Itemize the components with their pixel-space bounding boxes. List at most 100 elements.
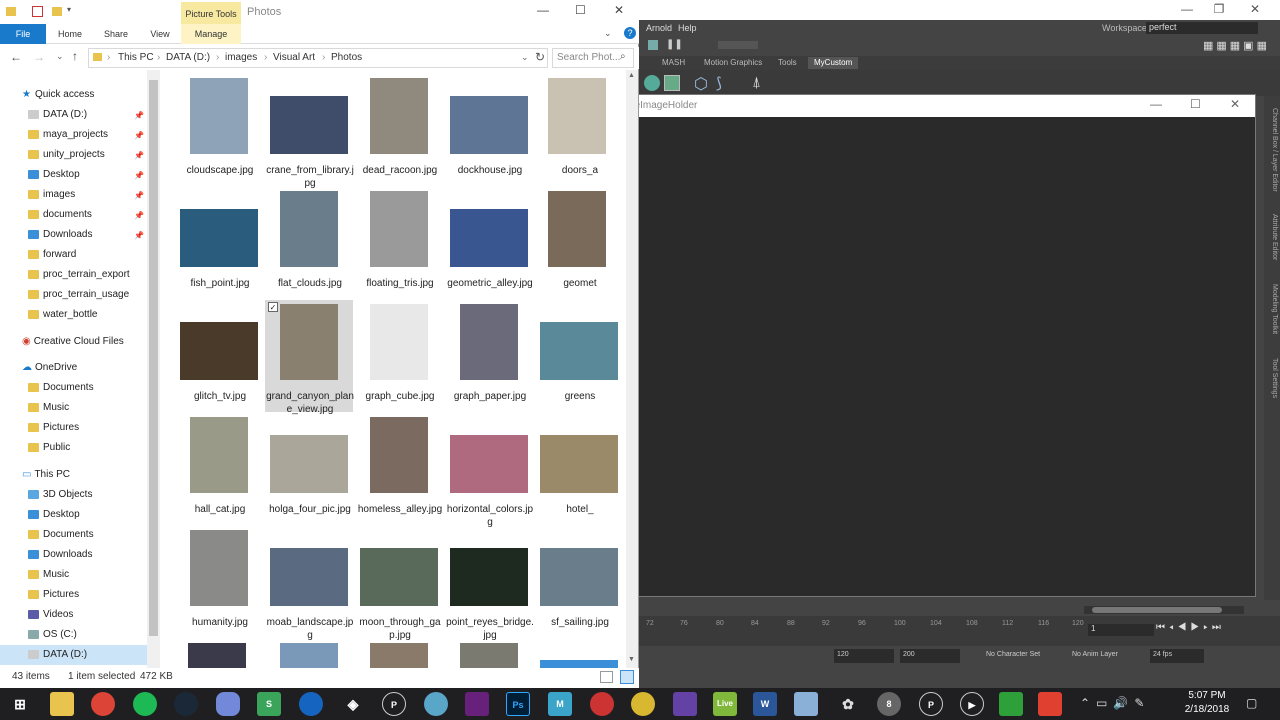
app-icon[interactable]: [590, 692, 614, 716]
nav-scrollbar[interactable]: [147, 70, 160, 668]
file-explorer-icon[interactable]: [50, 692, 74, 716]
nav-this-pc[interactable]: ▭ This PC: [22, 465, 70, 485]
nav-od-music[interactable]: Music: [28, 398, 69, 418]
shelf-tab-mycustom[interactable]: MyCustom: [808, 57, 859, 69]
shelf-icon-5[interactable]: ⍋: [752, 74, 761, 91]
file-tile[interactable]: floating_tris.jpg: [356, 191, 440, 299]
file-tile[interactable]: graph_cube.jpg: [356, 304, 440, 412]
back-icon[interactable]: ←: [10, 50, 22, 64]
spotify-icon[interactable]: [133, 692, 157, 716]
file-tile[interactable]: flat_clouds.jpg: [266, 191, 350, 299]
details-view-icon[interactable]: [600, 671, 613, 683]
close-button[interactable]: ✕: [1230, 97, 1240, 111]
nav-water-bottle[interactable]: water_bottle: [28, 305, 97, 325]
shelf-tab-mash[interactable]: MASH: [656, 57, 691, 69]
media-icon[interactable]: ▶: [960, 692, 984, 716]
menu-arnold[interactable]: Arnold: [646, 23, 672, 33]
blender-icon[interactable]: [424, 692, 448, 716]
file-tile[interactable]: hall_cat.jpg: [176, 417, 260, 525]
help-icon[interactable]: ?: [624, 27, 636, 39]
nav-pc-pictures[interactable]: Pictures: [28, 585, 79, 605]
scroll-up-icon[interactable]: ▲: [628, 72, 635, 79]
fps-dropdown[interactable]: 24 fps: [1150, 649, 1204, 663]
quick-access-dropdown-icon[interactable]: ▾: [67, 5, 71, 14]
scroll-down-icon[interactable]: ▼: [628, 656, 635, 663]
grid-icon[interactable]: [648, 40, 658, 50]
minimize-button[interactable]: —: [1172, 2, 1202, 18]
pin-icon[interactable]: 📌: [134, 171, 144, 180]
time-slider[interactable]: 72 76 80 84 88 92 96 100 104 108 112 116…: [638, 616, 1280, 646]
nav-3d-objects[interactable]: 3D Objects: [28, 485, 92, 505]
twitch-icon[interactable]: [673, 692, 697, 716]
layout-icons[interactable]: ▦▦▦▣▦: [1203, 39, 1270, 52]
breadcrumb-visual-art[interactable]: Visual Art: [273, 52, 315, 63]
range-end-field[interactable]: 120: [834, 649, 894, 663]
thumbnail-partial[interactable]: [280, 643, 338, 668]
nav-os-c[interactable]: OS (C:): [28, 625, 77, 645]
range-max-field[interactable]: 200: [900, 649, 960, 663]
tab-home[interactable]: Home: [50, 24, 90, 44]
chrome-icon[interactable]: [91, 692, 115, 716]
nav-data-d-selected[interactable]: DATA (D:): [0, 645, 147, 665]
search-icon[interactable]: ⌕: [620, 51, 626, 62]
file-tile[interactable]: homeless_alley.jpg: [356, 417, 442, 525]
maximize-button[interactable]: ☐: [1190, 97, 1201, 111]
address-dropdown-icon[interactable]: ⌄: [521, 52, 529, 63]
nav-images[interactable]: images: [28, 185, 75, 205]
file-tile[interactable]: glitch_tv.jpg: [176, 304, 260, 412]
tab-file[interactable]: File: [0, 24, 46, 44]
shelf-icon-4[interactable]: ⟆: [716, 74, 722, 92]
maps-icon[interactable]: [299, 692, 323, 716]
thumbnail-partial[interactable]: [460, 643, 518, 668]
scrollbar-thumb[interactable]: [1092, 607, 1222, 613]
file-tile[interactable]: crane_from_library.jpg: [266, 78, 354, 189]
file-tile[interactable]: humanity.jpg: [176, 530, 260, 638]
file-tile[interactable]: moon_through_gap.jpg: [356, 530, 441, 641]
file-tile[interactable]: dead_racoon.jpg: [356, 78, 440, 186]
file-scrollbar[interactable]: ▲ ▼: [626, 70, 638, 668]
file-tile[interactable]: dockhouse.jpg: [446, 78, 530, 186]
up-icon[interactable]: ↑: [72, 49, 78, 63]
anim-layer-dropdown[interactable]: No Anim Layer: [1072, 651, 1118, 658]
forward-icon[interactable]: →: [33, 50, 45, 64]
nav-proc-terrain-usage[interactable]: proc_terrain_usage: [28, 285, 129, 305]
close-button[interactable]: ✕: [1240, 2, 1270, 18]
mode-dropdown[interactable]: [718, 41, 758, 49]
properties-icon[interactable]: [32, 6, 43, 17]
command-line[interactable]: [638, 666, 1280, 688]
notifications-icon[interactable]: ▢: [1246, 696, 1257, 710]
nav-scrollbar-thumb[interactable]: [149, 80, 158, 636]
photoshop-icon[interactable]: Ps: [506, 692, 530, 716]
address-bar[interactable]: › This PC › DATA (D:) › images › Visual …: [88, 48, 548, 68]
nav-pc-downloads[interactable]: Downloads: [28, 545, 92, 565]
close-button[interactable]: ✕: [614, 3, 624, 17]
file-tile[interactable]: doors_a: [536, 78, 620, 186]
menu-help[interactable]: Help: [678, 23, 697, 33]
recent-locations-icon[interactable]: ⌄: [56, 51, 64, 62]
start-button[interactable]: ⊞: [8, 692, 32, 716]
steam-icon[interactable]: [174, 692, 198, 716]
shelf-icon-2[interactable]: [664, 75, 680, 91]
shelf-icon-3[interactable]: ⬡: [694, 74, 708, 94]
nav-proc-terrain-export[interactable]: proc_terrain_export: [28, 265, 130, 285]
unity-icon[interactable]: ◈: [341, 692, 365, 716]
clip-studio-icon[interactable]: [999, 692, 1023, 716]
shelf-tab-tools[interactable]: Tools: [772, 57, 803, 69]
pin-icon[interactable]: 📌: [134, 211, 144, 220]
app-icon[interactable]: P: [919, 692, 943, 716]
nav-desktop[interactable]: Desktop: [28, 165, 80, 185]
system-tray-icons[interactable]: ⌃▭🔊✎: [1080, 696, 1150, 710]
nav-pc-documents[interactable]: Documents: [28, 525, 94, 545]
nav-creative-cloud[interactable]: ◉ Creative Cloud Files: [22, 332, 124, 352]
pin-icon[interactable]: 📌: [134, 151, 144, 160]
nav-unity-projects[interactable]: unity_projects: [28, 145, 105, 165]
side-tab-modeling-toolkit[interactable]: Modeling Toolkit: [1266, 284, 1278, 334]
workspace-dropdown[interactable]: perfect: [1146, 22, 1258, 34]
nav-forward[interactable]: forward: [28, 245, 76, 265]
thumbnail-partial[interactable]: [370, 643, 428, 668]
breadcrumb-photos[interactable]: Photos: [331, 52, 362, 63]
breadcrumb-images[interactable]: images: [225, 52, 257, 63]
nav-pc-desktop[interactable]: Desktop: [28, 505, 80, 525]
pin-icon[interactable]: 📌: [134, 191, 144, 200]
pause-icon[interactable]: ❚❚: [666, 39, 683, 50]
